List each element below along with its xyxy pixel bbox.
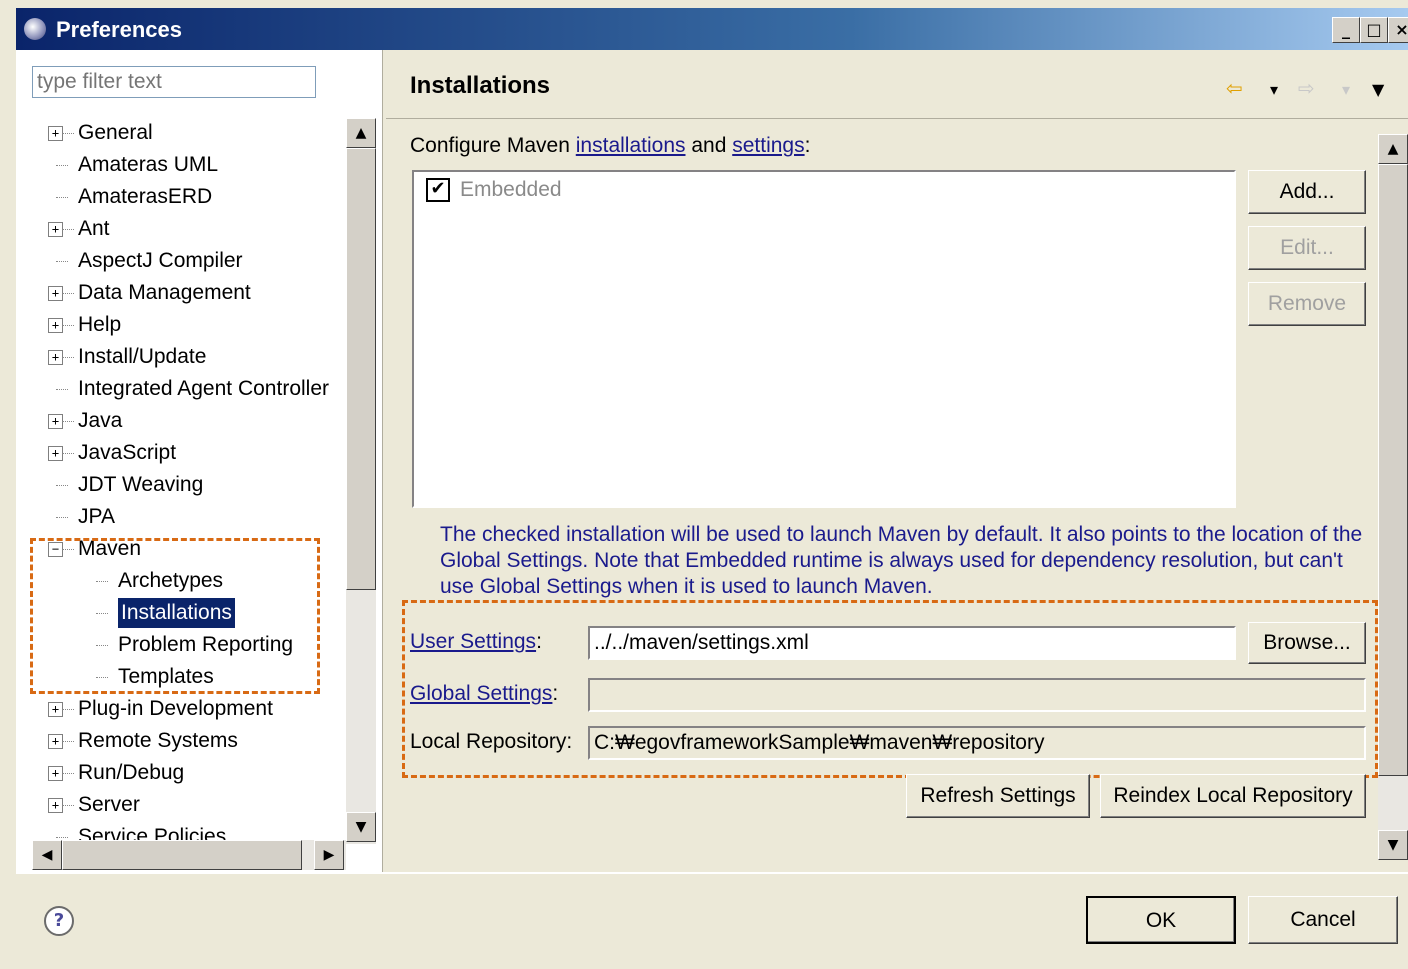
installations-link[interactable]: installations bbox=[576, 134, 686, 157]
page-vertical-scrollbar[interactable]: ▲ ▼ bbox=[1378, 134, 1408, 860]
close-button[interactable]: × bbox=[1388, 17, 1408, 43]
embedded-checkbox[interactable]: ✔ bbox=[426, 178, 450, 202]
user-settings-label: User Settings: bbox=[410, 630, 542, 653]
tree-connector bbox=[56, 261, 68, 262]
tree-connector bbox=[56, 165, 68, 166]
tree-connector bbox=[62, 773, 74, 774]
global-settings-field bbox=[588, 678, 1366, 712]
tree-connector bbox=[56, 485, 68, 486]
tree-connector bbox=[62, 741, 74, 742]
tree-item[interactable]: AspectJ Compiler bbox=[78, 246, 243, 276]
settings-link[interactable]: settings bbox=[732, 134, 804, 157]
tree-item[interactable]: Install/Update bbox=[78, 342, 206, 372]
embedded-label: Embedded bbox=[460, 178, 562, 201]
tree-connector bbox=[62, 421, 74, 422]
tree-expander-icon[interactable]: + bbox=[48, 446, 63, 461]
tree-expander-icon[interactable]: + bbox=[48, 286, 63, 301]
tree-connector bbox=[62, 453, 74, 454]
tree-expander-icon[interactable]: + bbox=[48, 318, 63, 333]
tree-expander-icon[interactable]: + bbox=[48, 766, 63, 781]
forward-dropdown-icon: ▾ bbox=[1342, 80, 1351, 99]
add-button[interactable]: Add... bbox=[1248, 170, 1366, 214]
window-titlebar: Preferences _ □ × bbox=[16, 8, 1408, 50]
tree-connector bbox=[62, 325, 74, 326]
tree-item[interactable]: JPA bbox=[78, 502, 115, 532]
tree-expander-icon[interactable]: + bbox=[48, 350, 63, 365]
page-scroll-up-arrow-icon[interactable]: ▲ bbox=[1378, 134, 1408, 164]
tree-item[interactable]: Plug-in Development bbox=[78, 694, 273, 724]
tree-item[interactable]: Run/Debug bbox=[78, 758, 184, 788]
local-repository-label: Local Repository: bbox=[410, 730, 573, 753]
hscroll-thumb[interactable] bbox=[62, 840, 302, 870]
tree-item[interactable]: JavaScript bbox=[78, 438, 176, 468]
tree-connector bbox=[62, 293, 74, 294]
filter-input[interactable] bbox=[32, 66, 316, 98]
scroll-thumb[interactable] bbox=[346, 148, 376, 590]
tree-connector bbox=[56, 837, 68, 838]
page-scroll-down-arrow-icon[interactable]: ▼ bbox=[1378, 830, 1408, 860]
tree-item[interactable]: General bbox=[78, 118, 153, 148]
browse-button[interactable]: Browse... bbox=[1248, 622, 1366, 664]
tree-expander-icon[interactable]: + bbox=[48, 702, 63, 717]
edit-button[interactable]: Edit... bbox=[1248, 226, 1366, 270]
tree-connector bbox=[62, 805, 74, 806]
page-scroll-thumb[interactable] bbox=[1378, 164, 1408, 776]
forward-arrow-icon: ⇨ bbox=[1298, 76, 1315, 100]
tree-item[interactable]: AmaterasERD bbox=[78, 182, 212, 212]
tree-connector bbox=[62, 709, 74, 710]
preferences-tree: + General Amateras UML AmaterasERD + Ant Aspec… bbox=[40, 118, 346, 844]
tree-connector bbox=[62, 357, 74, 358]
tree-vertical-scrollbar[interactable]: ▲ ▼ bbox=[346, 118, 376, 844]
minimize-button[interactable]: _ bbox=[1332, 17, 1360, 43]
tree-expander-icon[interactable]: + bbox=[48, 798, 63, 813]
tree-horizontal-scrollbar[interactable]: ◀ ▶ bbox=[32, 840, 346, 870]
maven-section-highlight bbox=[30, 538, 320, 694]
installations-list[interactable]: ✔ Embedded bbox=[412, 170, 1236, 508]
refresh-settings-button[interactable]: Refresh Settings bbox=[906, 774, 1090, 818]
tree-connector bbox=[56, 517, 68, 518]
tree-connector bbox=[56, 389, 68, 390]
tree-item[interactable]: Amateras UML bbox=[78, 150, 218, 180]
back-arrow-icon[interactable]: ⇦ bbox=[1226, 76, 1243, 100]
tree-item[interactable]: Server bbox=[78, 790, 140, 820]
ok-button[interactable]: OK bbox=[1086, 896, 1236, 944]
scroll-right-arrow-icon[interactable]: ▶ bbox=[314, 840, 344, 870]
cancel-button[interactable]: Cancel bbox=[1248, 896, 1398, 944]
tree-item[interactable]: Help bbox=[78, 310, 121, 340]
tree-item[interactable]: Integrated Agent Controller bbox=[78, 374, 329, 404]
tree-connector bbox=[56, 197, 68, 198]
tree-item[interactable]: JDT Weaving bbox=[78, 470, 203, 500]
user-settings-link[interactable]: User Settings bbox=[410, 630, 536, 653]
help-icon[interactable]: ? bbox=[44, 906, 74, 936]
user-settings-field[interactable]: ../../maven/settings.xml bbox=[588, 626, 1236, 660]
scroll-up-arrow-icon[interactable]: ▲ bbox=[346, 118, 376, 148]
tree-item[interactable]: Ant bbox=[78, 214, 110, 244]
tree-expander-icon[interactable]: + bbox=[48, 414, 63, 429]
tree-expander-icon[interactable]: + bbox=[48, 126, 63, 141]
scroll-left-arrow-icon[interactable]: ◀ bbox=[32, 840, 62, 870]
back-dropdown-icon[interactable]: ▾ bbox=[1270, 80, 1278, 99]
tree-item[interactable]: Data Management bbox=[78, 278, 251, 308]
view-menu-icon[interactable]: ▼ bbox=[1372, 80, 1384, 99]
installation-description: The checked installation will be used to… bbox=[440, 523, 1363, 598]
scroll-down-arrow-icon[interactable]: ▼ bbox=[346, 812, 376, 842]
tree-item[interactable]: Remote Systems bbox=[78, 726, 238, 756]
tree-expander-icon[interactable]: + bbox=[48, 734, 63, 749]
maximize-button[interactable]: □ bbox=[1360, 17, 1388, 43]
global-settings-label: Global Settings: bbox=[410, 682, 559, 705]
page-title: Installations bbox=[410, 72, 551, 99]
window-title: Preferences bbox=[56, 17, 182, 42]
tree-connector bbox=[62, 133, 74, 134]
eclipse-logo-icon bbox=[24, 18, 46, 40]
tree-item[interactable]: Java bbox=[78, 406, 122, 436]
global-settings-link[interactable]: Global Settings bbox=[410, 682, 552, 705]
installation-row[interactable]: ✔ Embedded bbox=[424, 176, 924, 206]
local-repository-field: C:₩egovframeworkSample₩maven₩repository bbox=[588, 726, 1366, 760]
tree-connector bbox=[62, 229, 74, 230]
configure-heading: Configure Maven installations and settin… bbox=[410, 134, 811, 157]
tree-expander-icon[interactable]: + bbox=[48, 222, 63, 237]
reindex-local-repository-button[interactable]: Reindex Local Repository bbox=[1100, 774, 1366, 818]
remove-button[interactable]: Remove bbox=[1248, 282, 1366, 326]
